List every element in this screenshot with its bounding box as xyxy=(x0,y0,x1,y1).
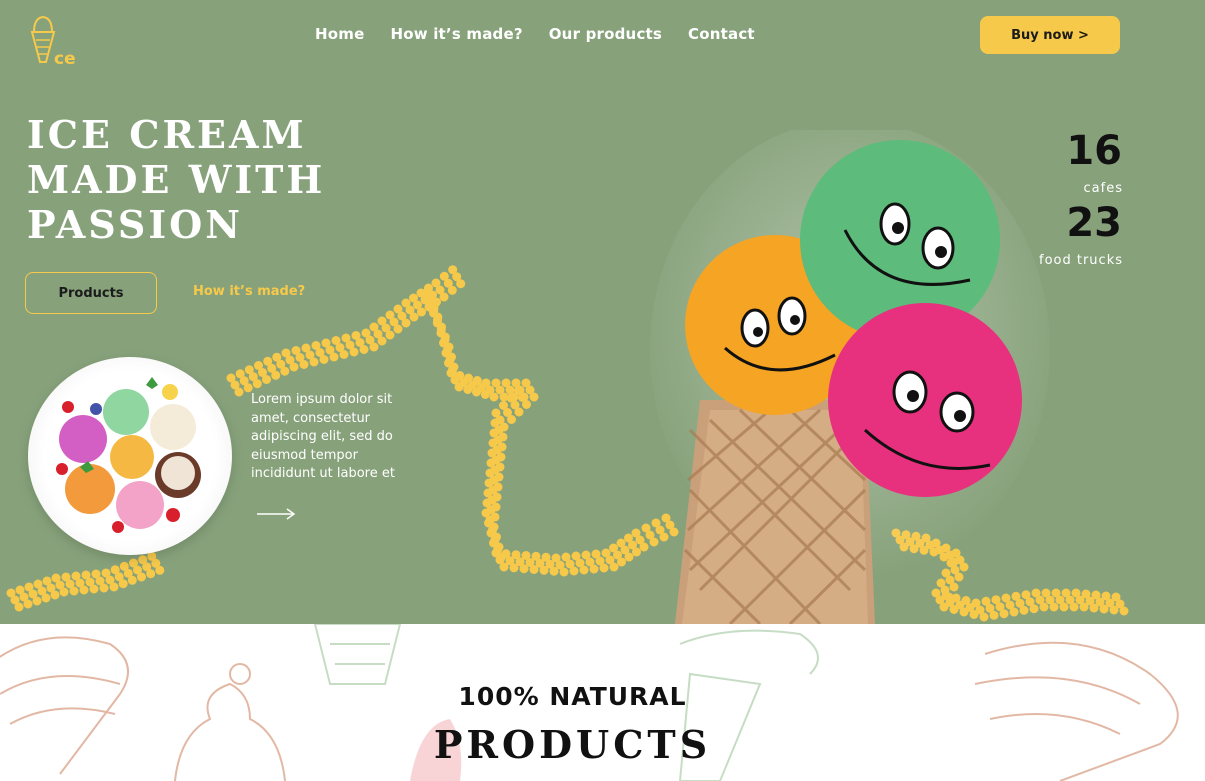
decorative-dot xyxy=(617,557,626,567)
products-button[interactable]: Products xyxy=(25,272,157,314)
decorative-dot xyxy=(155,565,165,575)
nav-how-its-made[interactable]: How it’s made? xyxy=(390,25,522,43)
decorative-dot xyxy=(417,307,426,317)
decorative-dot xyxy=(507,415,516,424)
hero-title-line-1: ICE CREAM xyxy=(27,112,307,157)
cafes-label: cafes xyxy=(1083,181,1123,196)
decorative-dot xyxy=(262,375,271,384)
decorative-dot xyxy=(579,565,589,575)
decorative-dot xyxy=(329,352,339,362)
decorative-dot xyxy=(89,584,99,594)
decorative-dot xyxy=(401,318,411,328)
decorative-dot xyxy=(137,572,146,582)
hero-description: Lorem ipsum dolor sit amet, consectetur … xyxy=(251,392,395,481)
decorative-dot xyxy=(609,562,619,572)
logo-text: ce xyxy=(54,49,76,68)
decorative-dot xyxy=(280,366,290,376)
decorative-dot xyxy=(456,279,466,289)
decorative-dot xyxy=(624,552,634,562)
ice-cream-scoops-illustration xyxy=(56,377,201,533)
decorative-dot xyxy=(599,563,609,573)
decorative-dot xyxy=(409,312,419,322)
decorative-dot xyxy=(1059,602,1069,612)
logo-icon[interactable]: ce xyxy=(26,12,82,68)
decorative-dot xyxy=(32,596,42,606)
decorative-dot xyxy=(632,547,641,557)
hero-title: ICE CREAM MADE WITH PASSION xyxy=(27,112,407,247)
decorative-dot xyxy=(59,587,69,597)
decorative-dot xyxy=(234,387,244,397)
decorative-dot xyxy=(118,579,128,589)
main-nav: Home How it’s made? Our products Contact xyxy=(315,25,781,43)
products-title: PRODUCTS xyxy=(433,722,712,767)
buy-now-button[interactable]: Buy now > xyxy=(980,16,1120,54)
decorative-dot xyxy=(489,392,499,402)
decorative-dot xyxy=(69,586,79,596)
decorative-dot xyxy=(41,593,51,603)
decorative-dot xyxy=(14,602,24,612)
decorative-dot xyxy=(339,350,349,359)
decorative-dot xyxy=(639,542,649,552)
decorative-dot xyxy=(109,582,119,592)
decorative-dot xyxy=(1049,602,1059,612)
food-trucks-count: 23 xyxy=(1066,200,1122,246)
decorative-dot xyxy=(349,347,359,357)
nav-contact[interactable]: Contact xyxy=(688,25,755,43)
food-trucks-label: food trucks xyxy=(1039,253,1123,268)
decorative-dot xyxy=(369,342,379,352)
decorative-dot xyxy=(252,379,262,389)
decorative-dot xyxy=(569,566,579,576)
decorative-dot xyxy=(439,292,449,302)
hero-title-line-2: MADE WITH xyxy=(27,157,326,202)
decorative-dot xyxy=(309,357,319,367)
hero-section: ce Home How it’s made? Our products Cont… xyxy=(0,0,1205,624)
hero-title-line-3: PASSION xyxy=(27,202,243,247)
decorative-dot xyxy=(514,407,524,417)
cafes-count: 16 xyxy=(1066,128,1122,174)
decorative-dot xyxy=(319,355,329,364)
decorative-dot xyxy=(289,362,299,372)
ice-cream-cone-image xyxy=(650,130,1050,624)
decorative-dot xyxy=(23,599,33,609)
nav-our-products[interactable]: Our products xyxy=(549,25,662,43)
decorative-dot xyxy=(50,590,60,600)
decorative-dot xyxy=(1069,602,1079,612)
decorative-dot xyxy=(589,564,599,574)
decorative-dot xyxy=(377,336,387,346)
decorative-dot xyxy=(127,575,137,585)
decorative-dot xyxy=(529,392,539,402)
products-section: 100% NATURAL PRODUCTS xyxy=(0,624,1205,781)
arrow-right-icon[interactable] xyxy=(256,506,296,522)
decorative-dot xyxy=(1119,606,1129,616)
decorative-dot xyxy=(385,330,395,340)
nav-home[interactable]: Home xyxy=(315,25,364,43)
decorative-dot xyxy=(393,324,403,334)
decorative-dot xyxy=(99,583,109,593)
decorative-dot xyxy=(447,285,457,295)
decorative-dot xyxy=(146,569,156,579)
decorative-dot xyxy=(299,360,309,369)
decorative-dot xyxy=(359,345,369,354)
ice-cream-plate-image xyxy=(28,357,232,555)
how-its-made-link[interactable]: How it’s made? xyxy=(193,284,305,299)
decorative-dot xyxy=(522,400,531,409)
decorative-dot xyxy=(79,585,89,595)
decorative-dot xyxy=(271,370,281,380)
products-subtitle: 100% NATURAL xyxy=(458,682,687,711)
decorative-dot xyxy=(559,567,569,577)
